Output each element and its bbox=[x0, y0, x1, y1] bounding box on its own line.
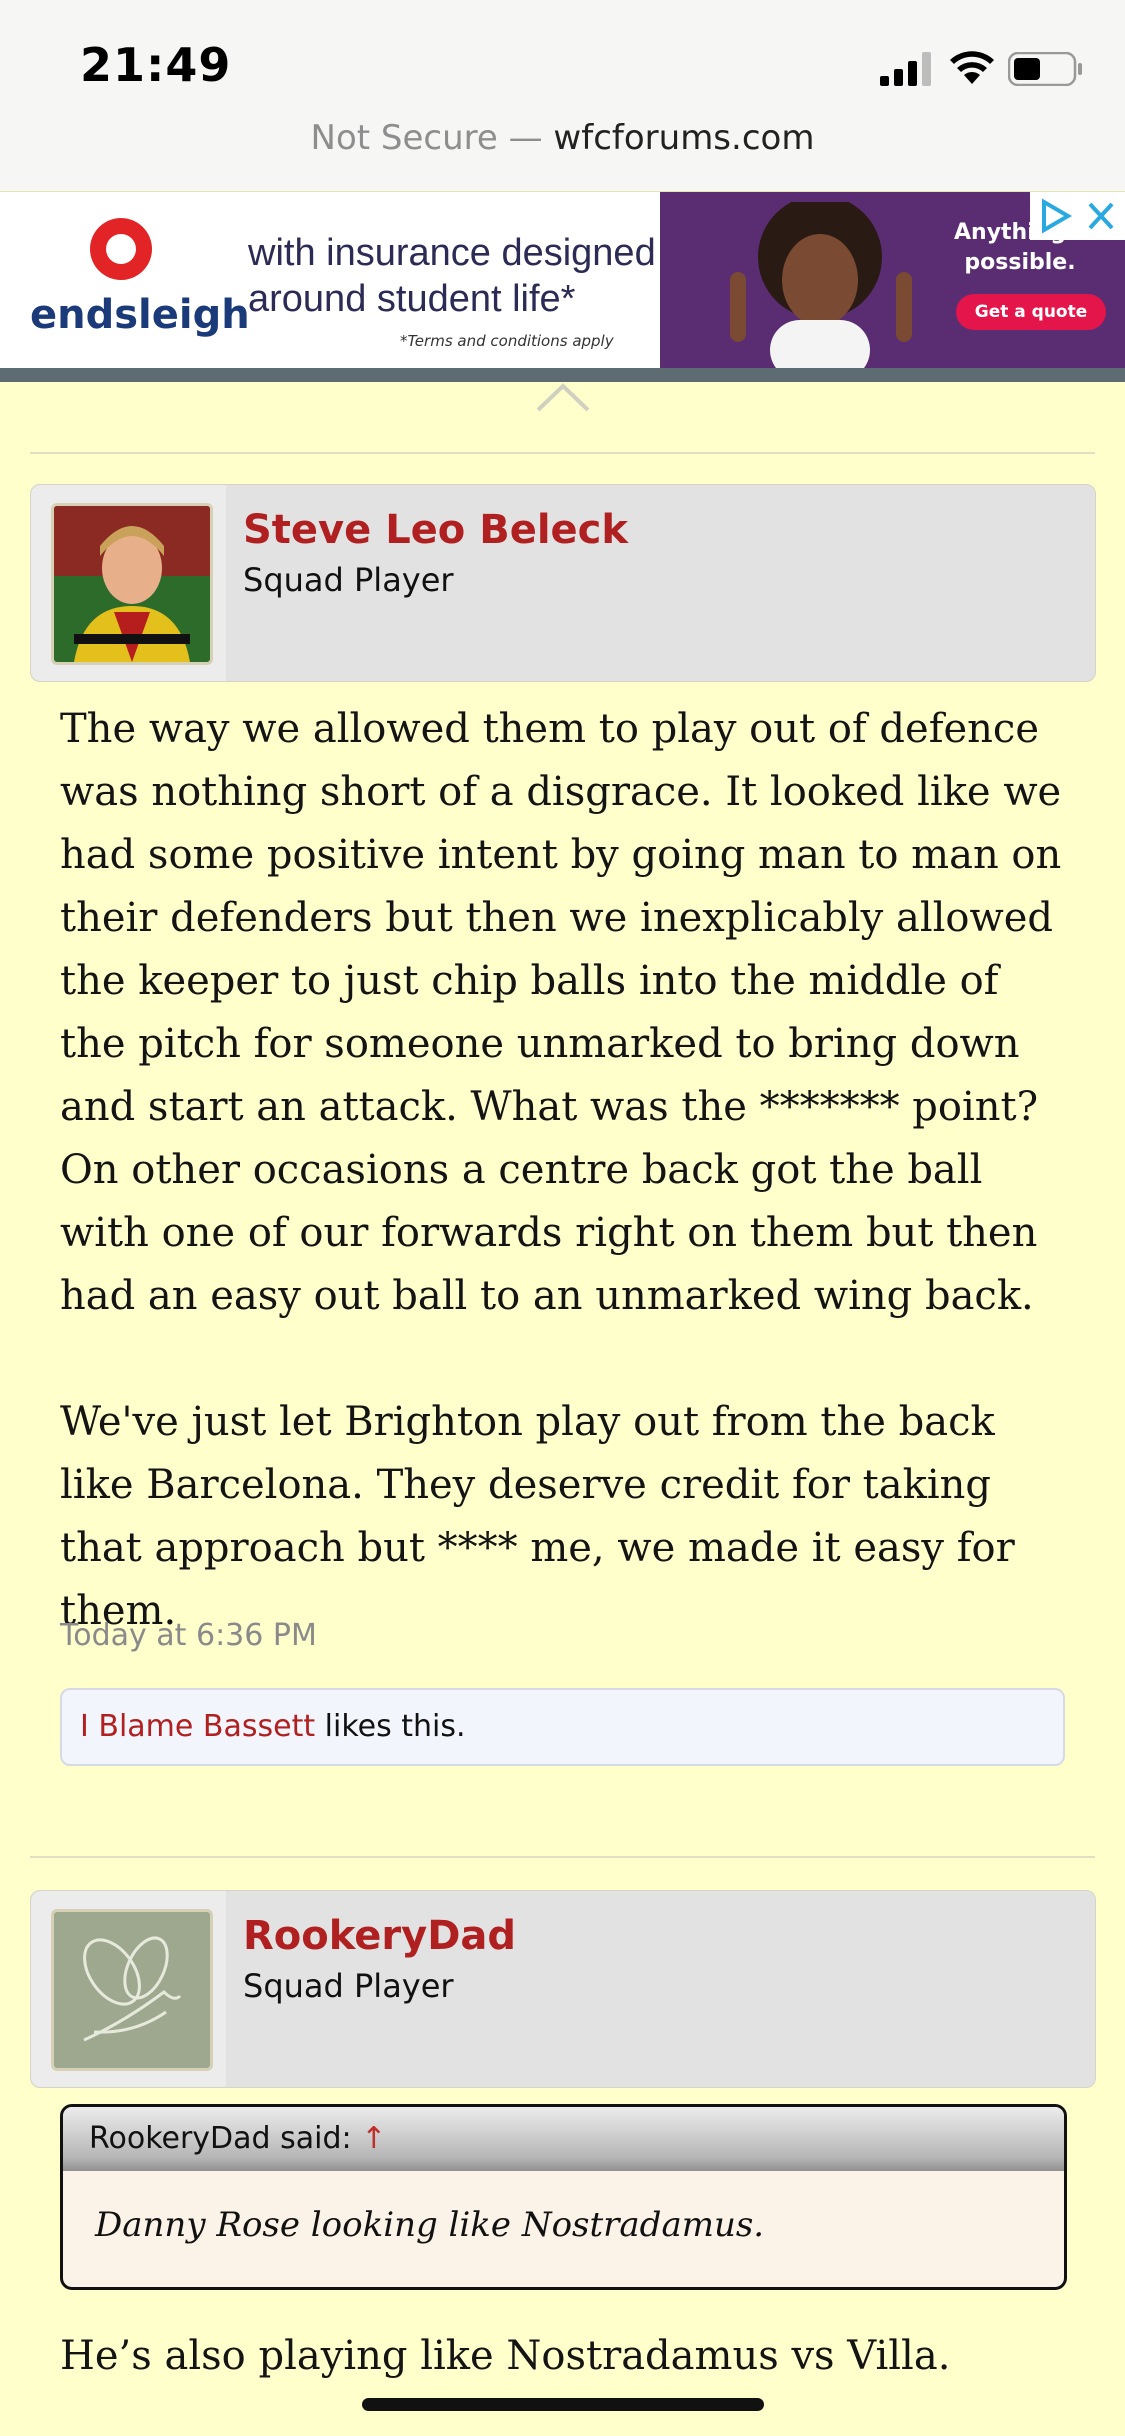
post-divider bbox=[30, 452, 1095, 454]
post-paragraph: The way we allowed them to play out of d… bbox=[60, 706, 1062, 1319]
quote-author: RookeryDad said: bbox=[89, 2121, 352, 2156]
quote-header: RookeryDad said: ↑ bbox=[63, 2107, 1064, 2171]
ad-choices-icon[interactable] bbox=[1030, 192, 1125, 240]
ad-terms: *Terms and conditions apply bbox=[400, 332, 614, 350]
domain-label: wfcforums.com bbox=[553, 118, 815, 158]
post-header: Steve Leo Beleck Squad Player bbox=[30, 484, 1096, 682]
endsleigh-logo-icon bbox=[90, 218, 152, 280]
clock: 21:49 bbox=[80, 38, 232, 92]
avatar-container bbox=[31, 1891, 226, 2087]
avatar-container bbox=[31, 485, 226, 681]
ad-copy: with insurance designed around student l… bbox=[248, 230, 656, 322]
post-paragraph: He’s also playing like Nostradamus vs Vi… bbox=[60, 2333, 951, 2379]
ad-banner[interactable]: endsleigh with insurance designed around… bbox=[0, 191, 1125, 368]
cellular-signal-icon bbox=[880, 52, 931, 86]
likes-text: likes this. bbox=[315, 1709, 466, 1744]
quote-block: RookeryDad said: ↑ Danny Rose looking li… bbox=[60, 2104, 1067, 2290]
post-body: He’s also playing like Nostradamus vs Vi… bbox=[60, 2325, 1070, 2388]
address-bar[interactable]: Not Secure — wfcforums.com bbox=[0, 118, 1125, 158]
ad-line-2: around student life* bbox=[248, 278, 576, 320]
liker-link[interactable]: I Blame Bassett bbox=[62, 1709, 315, 1744]
post-paragraph: We've just let Brighton play out from th… bbox=[60, 1399, 1015, 1634]
battery-icon bbox=[1008, 52, 1082, 86]
ad-brand: endsleigh bbox=[30, 292, 250, 338]
user-title: Squad Player bbox=[243, 561, 454, 599]
avatar[interactable] bbox=[51, 503, 213, 665]
post-body: The way we allowed them to play out of d… bbox=[60, 698, 1070, 1643]
status-bar: 21:49 Not Secure — wfcforums.com bbox=[0, 0, 1125, 190]
jump-to-quote-icon[interactable]: ↑ bbox=[361, 2121, 386, 2156]
not-secure-label: Not Secure — bbox=[310, 118, 543, 158]
likes-bar: I Blame Bassett likes this. bbox=[60, 1688, 1065, 1766]
user-title: Squad Player bbox=[243, 1967, 454, 2005]
home-indicator[interactable] bbox=[362, 2398, 764, 2411]
get-a-quote-button[interactable]: Get a quote bbox=[956, 294, 1106, 330]
username-link[interactable]: RookeryDad bbox=[243, 1913, 516, 1959]
quote-attribution: RookeryDad said: ↑ bbox=[89, 2121, 386, 2156]
chevron-up-icon[interactable] bbox=[534, 378, 592, 414]
post-divider bbox=[30, 1856, 1095, 1858]
wifi-icon bbox=[950, 51, 994, 84]
ad-person-image bbox=[730, 202, 912, 368]
post-timestamp[interactable]: Today at 6:36 PM bbox=[60, 1618, 317, 1653]
username-link[interactable]: Steve Leo Beleck bbox=[243, 507, 628, 553]
avatar[interactable] bbox=[51, 1909, 213, 2071]
quote-text: Danny Rose looking like Nostradamus. bbox=[95, 2205, 765, 2245]
post-header: RookeryDad Squad Player bbox=[30, 1890, 1096, 2088]
ad-line-1: with insurance designed bbox=[248, 232, 656, 274]
